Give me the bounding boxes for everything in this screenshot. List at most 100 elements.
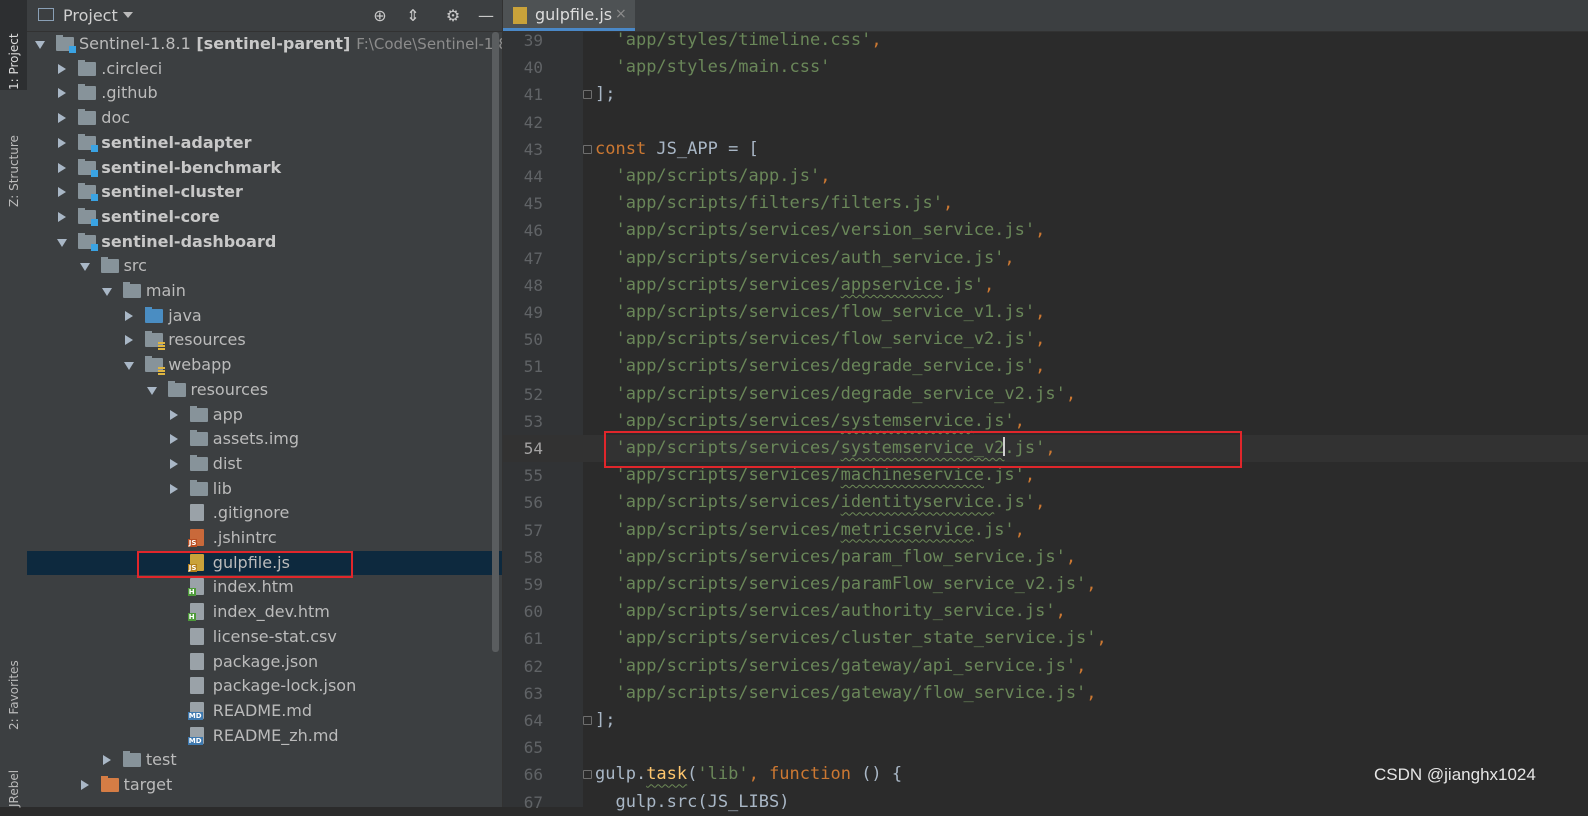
collapse-arrow-icon[interactable] — [58, 63, 67, 74]
code-line[interactable]: 44 'app/scripts/app.js', — [503, 163, 1588, 190]
code-line[interactable]: 43 const JS_APP = [ — [503, 136, 1588, 163]
tree-node[interactable]: package.json — [27, 650, 502, 675]
collapse-arrow-icon[interactable] — [125, 310, 134, 321]
tree-node[interactable]: target — [27, 773, 502, 798]
tree-node[interactable]: sentinel-adapter — [27, 131, 502, 156]
code-line[interactable]: 67 gulp.src(JS_LIBS) — [503, 789, 1588, 816]
expand-arrow-icon[interactable] — [35, 41, 45, 49]
code-area[interactable]: 39 'app/styles/timeline.css', 40 'app/sty… — [503, 30, 1588, 812]
tree-node[interactable]: app — [27, 403, 502, 428]
tool-tab-favorites[interactable]: 2: Favorites — [0, 630, 27, 730]
tree-node[interactable]: sentinel-dashboard — [27, 230, 502, 255]
code-line[interactable]: 39 'app/styles/timeline.css', — [503, 27, 1588, 54]
tree-node[interactable]: resources — [27, 378, 502, 403]
tree-node[interactable]: Sentinel-1.8.1 [sentinel-parent] F:\Code\… — [27, 32, 522, 57]
code-line[interactable]: 49 'app/scripts/services/flow_service_v1… — [503, 299, 1588, 326]
code-token: , — [1096, 628, 1107, 649]
code-line[interactable]: 47 'app/scripts/services/auth_service.js… — [503, 245, 1588, 272]
tree-node[interactable]: test — [27, 748, 502, 773]
code-line[interactable]: 45 'app/scripts/filters/filters.js', — [503, 190, 1588, 217]
code-line[interactable]: 51 'app/scripts/services/degrade_service… — [503, 353, 1588, 380]
tool-tab-project[interactable]: 1: Project — [0, 0, 27, 90]
expand-arrow-icon[interactable] — [101, 288, 112, 296]
tree-node[interactable]: license-stat.csv — [27, 625, 502, 650]
code-line[interactable]: 61 'app/scripts/services/cluster_state_s… — [503, 625, 1588, 652]
fold-marker-icon[interactable] — [583, 90, 592, 100]
code-line[interactable]: 63 'app/scripts/services/gateway/flow_se… — [503, 680, 1588, 707]
expand-arrow-icon[interactable] — [79, 263, 90, 272]
collapse-all-icon[interactable]: ⇕ — [403, 6, 423, 26]
minimize-icon[interactable]: — — [476, 6, 496, 26]
tree-node[interactable]: JS .jshintrc — [27, 526, 502, 551]
collapse-arrow-icon[interactable] — [125, 335, 134, 346]
tree-node[interactable]: Hindex.htm — [27, 575, 502, 600]
code-line[interactable]: 59 'app/scripts/services/paramFlow_servi… — [503, 571, 1588, 598]
collapse-arrow-icon[interactable] — [58, 162, 67, 173]
code-line[interactable]: 41]; — [503, 81, 1588, 108]
expand-arrow-icon[interactable] — [124, 362, 135, 371]
tree-node[interactable]: sentinel-core — [27, 205, 502, 230]
tree-node[interactable]: main — [27, 279, 502, 304]
collapse-arrow-icon[interactable] — [58, 187, 67, 198]
tree-node[interactable]: java — [27, 304, 502, 329]
code-line[interactable]: 64]; — [503, 707, 1588, 734]
tree-node[interactable]: sentinel-benchmark — [27, 156, 502, 181]
code-line[interactable]: 48 'app/scripts/services/appservice.js', — [503, 272, 1588, 299]
tool-tab-structure[interactable]: Z: Structure — [0, 112, 27, 207]
tree-node[interactable]: MD README_zh.md — [27, 724, 502, 749]
code-line[interactable]: 60 'app/scripts/services/authority_servi… — [503, 598, 1588, 625]
locate-icon[interactable]: ⊕ — [370, 6, 390, 26]
close-icon[interactable]: × — [615, 6, 627, 22]
chevron-down-icon[interactable] — [123, 12, 133, 18]
tool-tab-jrebel[interactable]: JRebel — [0, 745, 27, 807]
tree-node[interactable]: package-lock.json — [27, 674, 502, 699]
collapse-arrow-icon[interactable] — [169, 458, 178, 469]
collapse-arrow-icon[interactable] — [169, 483, 178, 494]
tree-node[interactable]: doc — [27, 106, 502, 131]
expand-arrow-icon[interactable] — [57, 238, 68, 247]
tree-node[interactable]: sentinel-cluster — [27, 180, 502, 205]
fold-marker-icon[interactable] — [583, 716, 592, 725]
project-tree-scrollbar[interactable] — [492, 32, 499, 652]
tree-node[interactable]: resources — [27, 328, 502, 353]
collapse-arrow-icon[interactable] — [169, 434, 178, 445]
code-line[interactable]: 62 'app/scripts/services/gateway/api_ser… — [503, 653, 1588, 680]
code-line[interactable]: 40 'app/styles/main.css' — [503, 54, 1588, 81]
code-line[interactable]: 58 'app/scripts/services/param_flow_serv… — [503, 544, 1588, 571]
code-line[interactable]: 65 — [503, 734, 1588, 761]
tree-node[interactable]: .circleci — [27, 57, 502, 82]
gear-icon[interactable]: ⚙ — [443, 6, 463, 26]
code-line[interactable]: 57 'app/scripts/services/metricservice.j… — [503, 517, 1588, 544]
code-text: 'app/scripts/services/appservice.js', — [595, 272, 994, 299]
tree-node[interactable]: lib — [27, 477, 502, 502]
line-number: 53 — [523, 411, 543, 431]
tree-node[interactable]: MD README.md — [27, 699, 502, 724]
collapse-arrow-icon[interactable] — [169, 409, 178, 420]
project-view-selector[interactable]: Project — [63, 6, 118, 25]
tree-node[interactable]: .github — [27, 81, 502, 106]
code-line[interactable]: 50 'app/scripts/services/flow_service_v2… — [503, 326, 1588, 353]
tree-node[interactable]: dist — [27, 452, 502, 477]
collapse-arrow-icon[interactable] — [102, 755, 111, 766]
tree-node[interactable]: assets.img — [27, 427, 502, 452]
code-line[interactable]: 46 'app/scripts/services/version_service… — [503, 217, 1588, 244]
collapse-arrow-icon[interactable] — [58, 137, 67, 148]
code-line[interactable]: 52 'app/scripts/services/degrade_service… — [503, 381, 1588, 408]
collapse-arrow-icon[interactable] — [58, 113, 67, 124]
tree-node[interactable]: .gitignore — [27, 501, 502, 526]
fold-marker-icon[interactable] — [583, 770, 592, 780]
tree-node[interactable]: webapp — [27, 353, 502, 378]
tree-node-label: resources — [168, 330, 246, 350]
collapse-arrow-icon[interactable] — [80, 780, 89, 790]
tree-node[interactable]: src — [27, 254, 502, 279]
fold-marker-icon[interactable] — [583, 144, 592, 154]
collapse-arrow-icon[interactable] — [58, 211, 67, 222]
expand-arrow-icon[interactable] — [146, 386, 157, 395]
code-line[interactable]: 42 — [503, 109, 1588, 136]
tree-node[interactable]: Hindex_dev.htm — [27, 600, 502, 625]
code-token: , — [1086, 574, 1097, 594]
collapse-arrow-icon[interactable] — [58, 88, 67, 99]
code-line[interactable]: 56 'app/scripts/services/identityservice… — [503, 489, 1588, 516]
